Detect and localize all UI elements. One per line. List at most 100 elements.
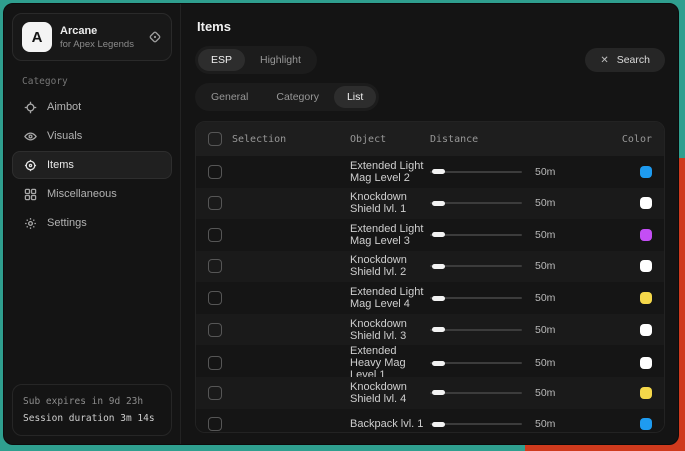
- distance-slider[interactable]: [430, 388, 522, 398]
- table-row: Extended Light Mag Level 2 50m: [196, 156, 664, 188]
- category-section-label: Category: [22, 76, 180, 87]
- slider-thumb-icon[interactable]: [432, 422, 445, 427]
- column-header-color: Color: [608, 134, 652, 145]
- tab-category[interactable]: Category: [263, 86, 332, 108]
- distance-slider[interactable]: [430, 419, 522, 429]
- sidebar-item-items[interactable]: Items: [12, 151, 172, 179]
- object-name: Knockdown Shield lvl. 1: [350, 191, 430, 215]
- distance-slider[interactable]: [430, 198, 522, 208]
- distance-slider[interactable]: [430, 358, 522, 368]
- tab-highlight[interactable]: Highlight: [247, 49, 314, 71]
- color-swatch[interactable]: [640, 229, 652, 241]
- color-swatch[interactable]: [640, 166, 652, 178]
- table-row: Knockdown Shield lvl. 2 50m: [196, 251, 664, 283]
- table-row: Knockdown Shield lvl. 4 50m: [196, 377, 664, 409]
- page-title: Items: [197, 19, 665, 34]
- app-title: Arcane: [60, 25, 134, 37]
- color-swatch[interactable]: [640, 387, 652, 399]
- sidebar-item-miscellaneous[interactable]: Miscellaneous: [12, 180, 172, 208]
- table-row: Knockdown Shield lvl. 1 50m: [196, 188, 664, 220]
- distance-value: 50m: [535, 292, 555, 304]
- sidebar-item-visuals[interactable]: Visuals: [12, 122, 172, 150]
- slider-thumb-icon[interactable]: [432, 264, 445, 269]
- row-checkbox[interactable]: [208, 259, 222, 273]
- table-row: Extended Heavy Mag Level 1 50m: [196, 345, 664, 377]
- search-button-label: Search: [617, 54, 650, 66]
- sidebar-nav: Aimbot Visuals Items Miscellaneous Setti…: [4, 93, 180, 238]
- distance-value: 50m: [535, 166, 555, 178]
- row-checkbox[interactable]: [208, 291, 222, 305]
- sub-expiry-text: Sub expires in 9d 23h: [23, 393, 161, 410]
- feature-tabs: ESP Highlight: [195, 46, 317, 74]
- grid-icon: [23, 187, 37, 201]
- distance-slider[interactable]: [430, 230, 522, 240]
- object-name: Knockdown Shield lvl. 3: [350, 318, 430, 342]
- color-swatch[interactable]: [640, 292, 652, 304]
- color-swatch[interactable]: [640, 197, 652, 209]
- slider-thumb-icon[interactable]: [432, 390, 445, 395]
- search-button[interactable]: ✕ Search: [585, 48, 665, 72]
- distance-value: 50m: [535, 260, 555, 272]
- tab-list[interactable]: List: [334, 86, 376, 108]
- row-checkbox[interactable]: [208, 323, 222, 337]
- tab-general[interactable]: General: [198, 86, 261, 108]
- distance-value: 50m: [535, 197, 555, 209]
- row-checkbox[interactable]: [208, 228, 222, 242]
- object-name: Extended Light Mag Level 4: [350, 286, 430, 310]
- brand-card: A Arcane for Apex Legends: [12, 13, 172, 61]
- diamond-badge-icon[interactable]: [148, 30, 162, 44]
- sidebar-item-label: Settings: [47, 217, 87, 229]
- object-name: Knockdown Shield lvl. 4: [350, 381, 430, 405]
- row-checkbox[interactable]: [208, 386, 222, 400]
- distance-slider[interactable]: [430, 167, 522, 177]
- distance-value: 50m: [535, 418, 555, 430]
- sidebar-item-label: Visuals: [47, 130, 82, 142]
- slider-thumb-icon[interactable]: [432, 201, 445, 206]
- object-name: Knockdown Shield lvl. 2: [350, 254, 430, 278]
- tab-esp[interactable]: ESP: [198, 49, 245, 71]
- distance-slider[interactable]: [430, 261, 522, 271]
- slider-thumb-icon[interactable]: [432, 232, 445, 237]
- slider-thumb-icon[interactable]: [432, 361, 445, 366]
- target-icon: [23, 158, 37, 172]
- gear-icon: [23, 216, 37, 230]
- sidebar: A Arcane for Apex Legends Category Aimbo…: [4, 4, 181, 444]
- column-header-object: Object: [350, 134, 430, 145]
- sidebar-item-settings[interactable]: Settings: [12, 209, 172, 237]
- color-swatch[interactable]: [640, 260, 652, 272]
- row-checkbox[interactable]: [208, 196, 222, 210]
- app-logo: A: [22, 22, 52, 52]
- app-window: A Arcane for Apex Legends Category Aimbo…: [3, 3, 679, 445]
- column-header-distance: Distance: [430, 134, 608, 145]
- object-name: Extended Light Mag Level 3: [350, 223, 430, 247]
- crosshair-icon: [23, 100, 37, 114]
- object-name: Backpack lvl. 1: [350, 418, 430, 430]
- column-header-selection: Selection: [232, 134, 286, 145]
- search-icon: ✕: [600, 55, 608, 66]
- main-content: Items ESP Highlight ✕ Search General Cat…: [181, 4, 678, 444]
- table-row: Extended Light Mag Level 4 50m: [196, 282, 664, 314]
- object-name: Extended Light Mag Level 2: [350, 160, 430, 184]
- row-checkbox[interactable]: [208, 356, 222, 370]
- distance-value: 50m: [535, 324, 555, 336]
- distance-value: 50m: [535, 387, 555, 399]
- slider-thumb-icon[interactable]: [432, 169, 445, 174]
- select-all-checkbox[interactable]: [208, 132, 222, 146]
- color-swatch[interactable]: [640, 324, 652, 336]
- distance-slider[interactable]: [430, 325, 522, 335]
- slider-thumb-icon[interactable]: [432, 327, 445, 332]
- sidebar-item-label: Miscellaneous: [47, 188, 117, 200]
- row-checkbox[interactable]: [208, 417, 222, 431]
- color-swatch[interactable]: [640, 418, 652, 430]
- table-row: Knockdown Shield lvl. 3 50m: [196, 314, 664, 346]
- row-checkbox[interactable]: [208, 165, 222, 179]
- distance-value: 50m: [535, 229, 555, 241]
- eye-icon: [23, 129, 37, 143]
- distance-value: 50m: [535, 357, 555, 369]
- distance-slider[interactable]: [430, 293, 522, 303]
- sidebar-item-aimbot[interactable]: Aimbot: [12, 93, 172, 121]
- app-subtitle: for Apex Legends: [60, 39, 134, 50]
- sidebar-item-label: Aimbot: [47, 101, 81, 113]
- color-swatch[interactable]: [640, 357, 652, 369]
- slider-thumb-icon[interactable]: [432, 296, 445, 301]
